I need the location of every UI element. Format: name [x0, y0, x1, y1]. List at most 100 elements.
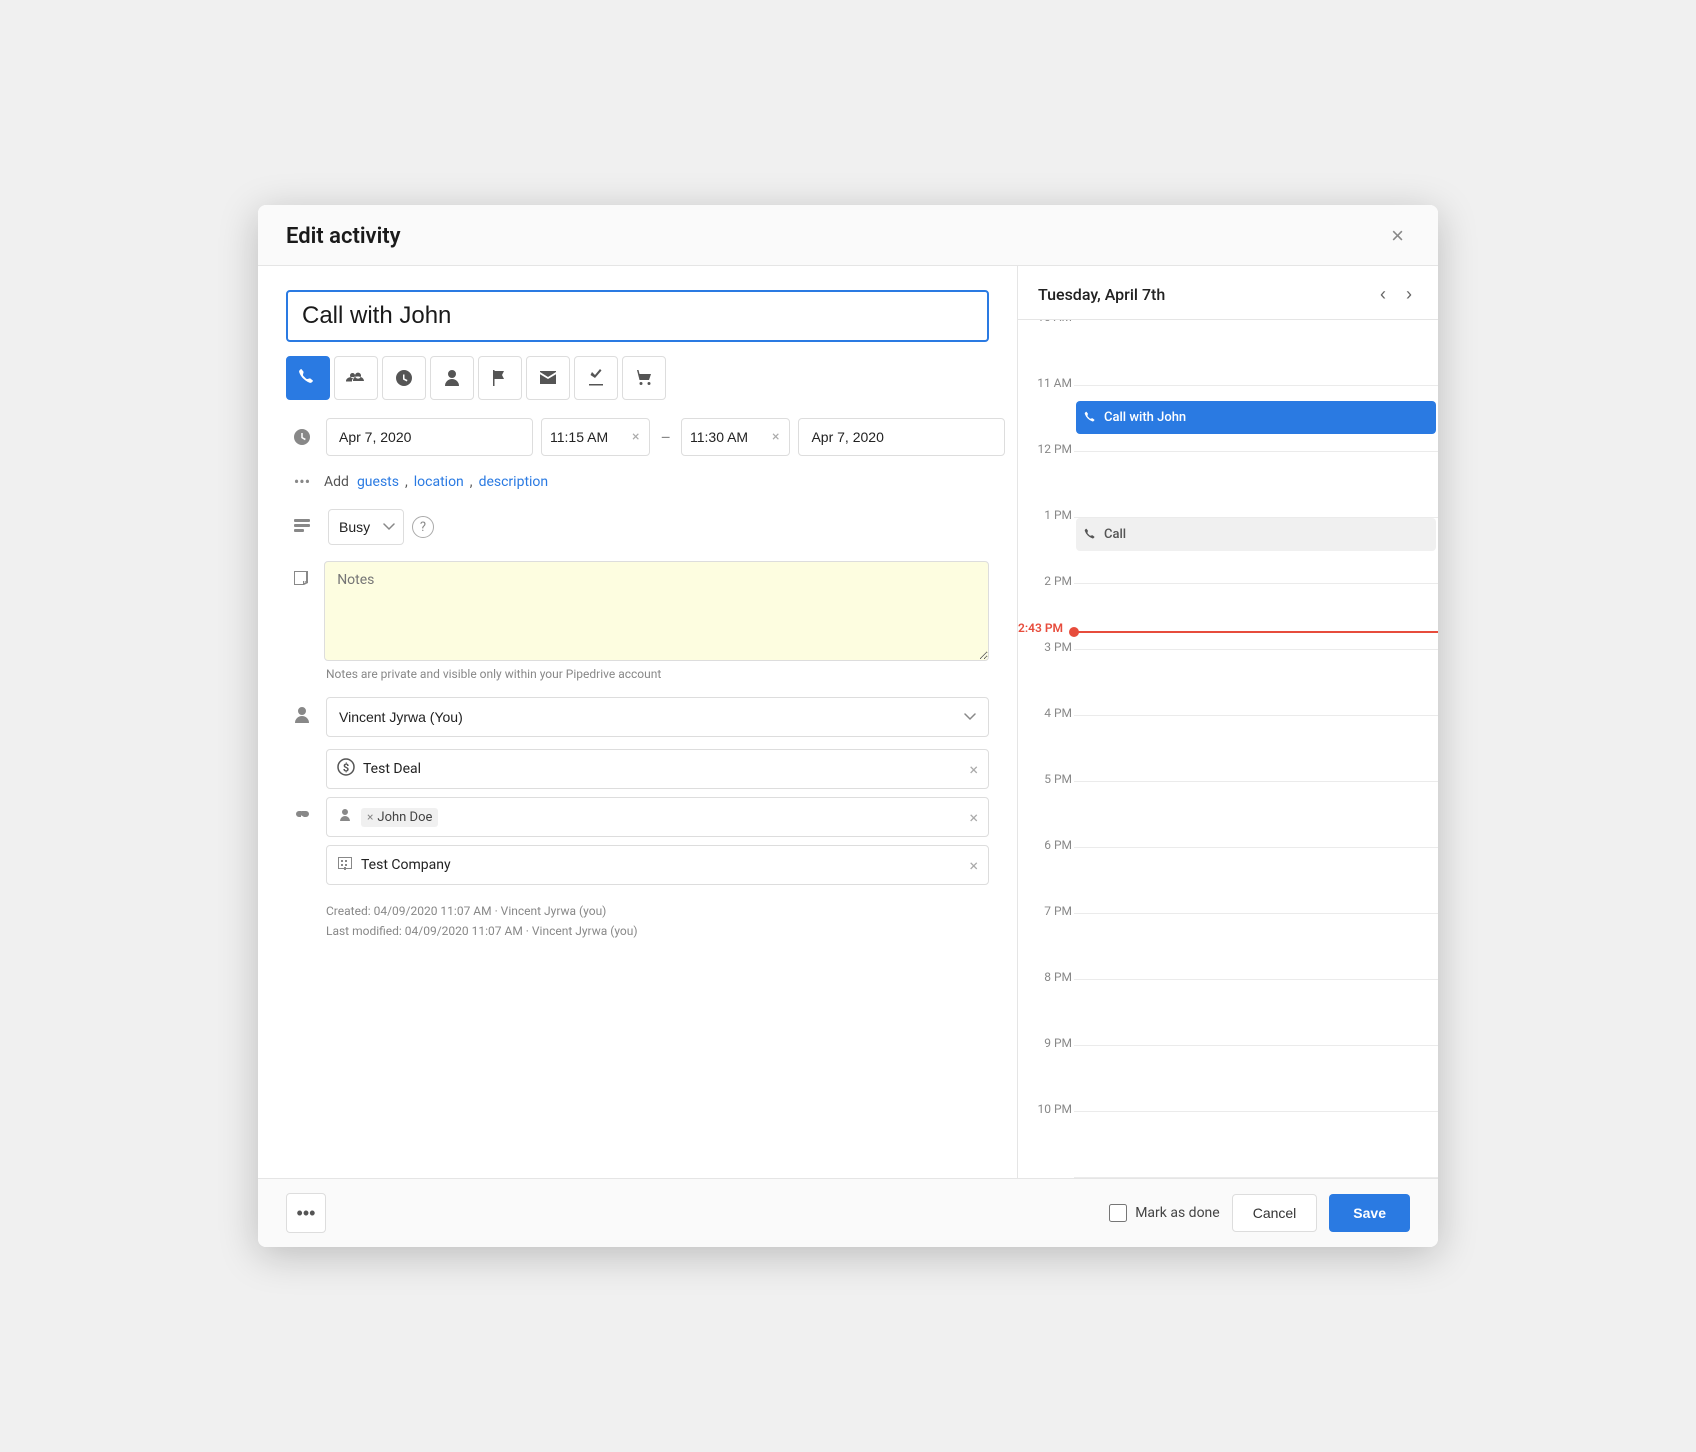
- calendar-date-title: Tuesday, April 7th: [1038, 285, 1165, 304]
- company-icon: [337, 855, 353, 875]
- modal-footer: ••• Mark as done Cancel Save: [258, 1178, 1438, 1247]
- linked-fields: $ Test Deal × × John Doe: [326, 749, 989, 885]
- type-deadline-button[interactable]: [382, 356, 426, 400]
- start-time-clear-icon[interactable]: ×: [630, 429, 641, 445]
- time-label-11am: 11 AM: [1020, 376, 1072, 390]
- event-call-with-john-label: Call with John: [1104, 410, 1186, 425]
- event-call-with-john[interactable]: Call with John: [1076, 401, 1436, 434]
- left-panel: × – × ••• Add guests , location , descri…: [258, 266, 1018, 1178]
- status-select-wrap: Busy Free ?: [328, 509, 434, 545]
- contact-tag: × John Doe: [361, 808, 438, 827]
- time-dash: –: [658, 428, 673, 447]
- event-call[interactable]: Call: [1076, 518, 1436, 551]
- type-email-button[interactable]: [526, 356, 570, 400]
- contact-tag-remove[interactable]: ×: [367, 810, 373, 824]
- end-date-input[interactable]: [798, 418, 1005, 456]
- time-slot-4pm: 4 PM: [1074, 716, 1438, 782]
- mark-done-text: Mark as done: [1135, 1205, 1220, 1221]
- add-label: Add: [324, 474, 349, 490]
- time-label-6pm: 6 PM: [1020, 838, 1072, 852]
- company-remove-button[interactable]: ×: [969, 856, 978, 875]
- time-label-9pm: 9 PM: [1020, 1036, 1072, 1050]
- current-time-label: 2:43 PM: [1018, 621, 1063, 635]
- assign-row: Vincent Jyrwa (You): [286, 697, 989, 737]
- footer-left: •••: [286, 1193, 326, 1233]
- start-time-input[interactable]: [550, 429, 630, 445]
- description-link[interactable]: description: [479, 474, 549, 490]
- type-phone-button[interactable]: [286, 356, 330, 400]
- modal-title: Edit activity: [286, 224, 401, 249]
- contact-remove-button[interactable]: ×: [969, 808, 978, 827]
- linked-row: $ Test Deal × × John Doe: [286, 749, 989, 885]
- end-time-input[interactable]: [690, 429, 770, 445]
- time-slot-2pm: 2 PM 2:43 PM: [1074, 584, 1438, 650]
- modal-body: × – × ••• Add guests , location , descri…: [258, 266, 1438, 1178]
- time-label-5pm: 5 PM: [1020, 772, 1072, 786]
- guests-link[interactable]: guests: [357, 474, 399, 490]
- edit-activity-modal: Edit activity ×: [258, 205, 1438, 1247]
- save-button[interactable]: Save: [1329, 1194, 1410, 1232]
- status-icon: [286, 515, 318, 540]
- deal-icon: $: [337, 758, 355, 780]
- time-slot-6pm: 6 PM: [1074, 848, 1438, 914]
- clock-icon: [286, 428, 318, 446]
- more-options-button[interactable]: •••: [286, 1193, 326, 1233]
- meta-info: Created: 04/09/2020 11:07 AM · Vincent J…: [326, 901, 989, 942]
- assign-select-wrap: Vincent Jyrwa (You): [326, 697, 989, 737]
- type-task-button[interactable]: [574, 356, 618, 400]
- notes-textarea[interactable]: [324, 561, 989, 661]
- type-meeting-button[interactable]: [334, 356, 378, 400]
- cancel-button[interactable]: Cancel: [1232, 1194, 1318, 1232]
- start-date-input[interactable]: [326, 418, 533, 456]
- event-call-label: Call: [1104, 527, 1126, 542]
- time-slot-3pm: 3 PM: [1074, 650, 1438, 716]
- deal-field: $ Test Deal ×: [326, 749, 989, 789]
- notes-hint: Notes are private and visible only withi…: [326, 667, 989, 681]
- time-label-3pm: 3 PM: [1020, 640, 1072, 654]
- type-cart-button[interactable]: [622, 356, 666, 400]
- time-label-12pm: 12 PM: [1020, 442, 1072, 456]
- time-label-1pm: 1 PM: [1020, 508, 1072, 522]
- cal-nav: ‹ ›: [1374, 282, 1418, 307]
- status-row: Busy Free ?: [286, 509, 989, 545]
- created-label: Created: 04/09/2020 11:07 AM · Vincent J…: [326, 901, 989, 921]
- cal-prev-button[interactable]: ‹: [1374, 282, 1392, 307]
- calendar-header: Tuesday, April 7th ‹ ›: [1018, 266, 1438, 320]
- right-panel: Tuesday, April 7th ‹ › 10 AM 11 AM Call …: [1018, 266, 1438, 1178]
- time-label-10pm: 10 PM: [1020, 1102, 1072, 1116]
- end-time-wrap: ×: [681, 418, 790, 456]
- more-dots-icon: •••: [297, 1203, 316, 1224]
- time-slot-10am: 10 AM: [1074, 320, 1438, 386]
- time-slot-10pm: 10 PM: [1074, 1112, 1438, 1178]
- current-time-dot: [1069, 627, 1079, 637]
- calendar-body[interactable]: 10 AM 11 AM Call with John 12 PM 1 PM: [1018, 320, 1438, 1178]
- mark-done-checkbox[interactable]: [1109, 1204, 1127, 1222]
- contact-field: × John Doe ×: [326, 797, 989, 837]
- type-contacts-button[interactable]: [430, 356, 474, 400]
- status-select[interactable]: Busy Free: [328, 509, 404, 545]
- deal-name: Test Deal: [363, 761, 961, 777]
- location-link[interactable]: location: [414, 474, 464, 490]
- mark-done-label[interactable]: Mark as done: [1109, 1204, 1220, 1222]
- current-time-indicator: 2:43 PM: [1074, 631, 1438, 633]
- end-time-clear-icon[interactable]: ×: [770, 429, 781, 445]
- close-button[interactable]: ×: [1385, 223, 1410, 249]
- type-flag-button[interactable]: [478, 356, 522, 400]
- type-icons-row: [286, 356, 989, 400]
- time-slot-5pm: 5 PM: [1074, 782, 1438, 848]
- deal-remove-button[interactable]: ×: [969, 760, 978, 779]
- time-label-4pm: 4 PM: [1020, 706, 1072, 720]
- assignee-select[interactable]: Vincent Jyrwa (You): [326, 697, 989, 737]
- time-slot-9pm: 9 PM: [1074, 1046, 1438, 1112]
- contact-icon: [337, 807, 353, 827]
- footer-right: Mark as done Cancel Save: [1109, 1194, 1410, 1232]
- time-label-7pm: 7 PM: [1020, 904, 1072, 918]
- cal-next-button[interactable]: ›: [1400, 282, 1418, 307]
- company-name: Test Company: [361, 857, 961, 873]
- notes-row: [286, 561, 989, 661]
- help-icon[interactable]: ?: [412, 516, 434, 538]
- time-slot-1pm: 1 PM Call: [1074, 518, 1438, 584]
- activity-title-input[interactable]: [286, 290, 989, 342]
- time-label-8pm: 8 PM: [1020, 970, 1072, 984]
- time-label-2pm: 2 PM: [1020, 574, 1072, 588]
